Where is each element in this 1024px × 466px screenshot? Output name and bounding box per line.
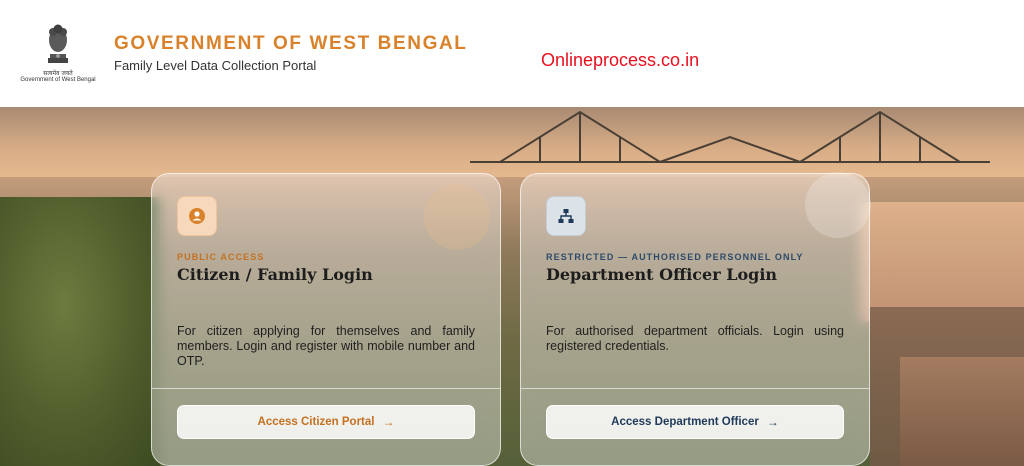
ashoka-emblem-icon xyxy=(48,24,68,63)
access-label: RESTRICTED — AUTHORISED PERSONNEL ONLY xyxy=(546,252,804,262)
org-chart-icon xyxy=(546,196,586,236)
button-label: Access Citizen Portal xyxy=(257,416,375,428)
state-emblem: सत्यमेव जयते Government of West Bengal xyxy=(18,18,98,88)
heritage-building xyxy=(900,357,1024,466)
button-label: Access Department Officer xyxy=(611,416,759,428)
government-title: GOVERNMENT OF WEST BENGAL xyxy=(114,33,468,54)
site-header: सत्यमेव जयते Government of West Bengal G… xyxy=(0,0,1024,107)
access-department-officer-button[interactable]: Access Department Officer → xyxy=(546,405,844,439)
card-title: Citizen / Family Login xyxy=(177,265,373,284)
card-description: For authorised department officials. Log… xyxy=(546,324,844,353)
arrow-right-icon: → xyxy=(766,415,779,429)
emblem-caption: Government of West Bengal xyxy=(20,77,96,83)
decorative-circle xyxy=(805,172,871,238)
decorative-circle xyxy=(424,184,490,250)
river xyxy=(860,202,1024,322)
access-label: PUBLIC ACCESS xyxy=(177,252,265,262)
arrow-right-icon: → xyxy=(382,415,395,429)
divider xyxy=(152,388,500,389)
portal-subtitle: Family Level Data Collection Portal xyxy=(114,58,317,73)
card-title: Department Officer Login xyxy=(546,265,778,284)
emblem-motto: सत्यमेव जयते xyxy=(43,70,73,77)
user-icon xyxy=(177,196,217,236)
access-citizen-portal-button[interactable]: Access Citizen Portal → xyxy=(177,405,475,439)
watermark-text: Onlineprocess.co.in xyxy=(541,50,700,70)
bridge-illustration xyxy=(470,110,990,163)
trees xyxy=(0,197,160,466)
officer-login-card: RESTRICTED — AUTHORISED PERSONNEL ONLY D… xyxy=(520,172,871,466)
citizen-login-card: PUBLIC ACCESS Citizen / Family Login For… xyxy=(151,173,501,466)
card-description: For citizen applying for themselves and … xyxy=(177,324,475,368)
divider xyxy=(521,388,869,389)
